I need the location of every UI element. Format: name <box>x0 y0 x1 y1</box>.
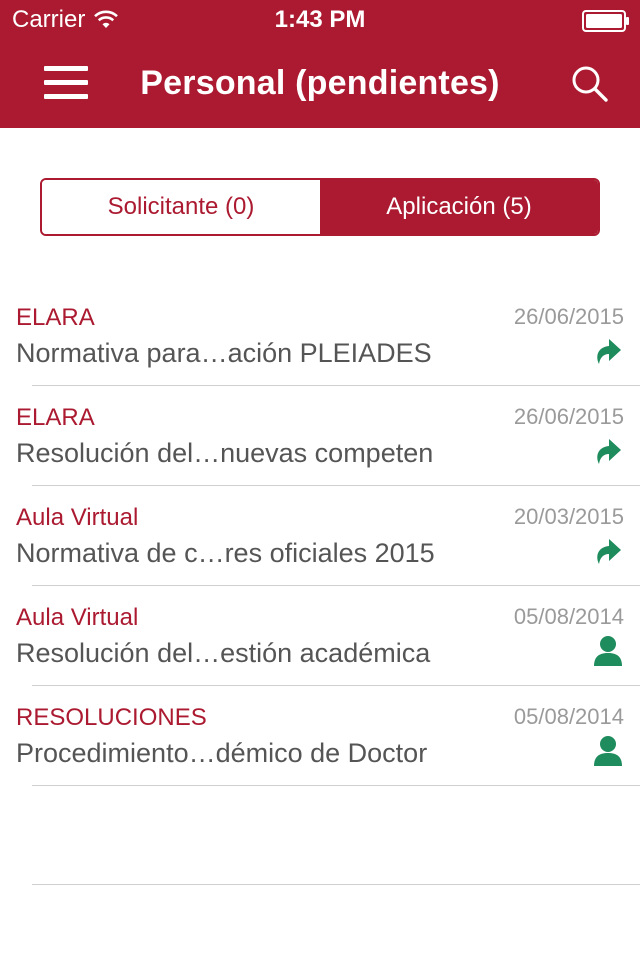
item-category: ELARA <box>16 304 95 331</box>
person-icon <box>592 734 624 768</box>
item-date: 05/08/2014 <box>513 704 624 729</box>
item-category: RESOLUCIONES <box>16 704 207 731</box>
battery-icon <box>582 10 630 32</box>
item-date: 26/06/2015 <box>513 404 624 429</box>
segment-solicitante[interactable]: Solicitante (0) <box>42 180 320 234</box>
item-title: Procedimiento…démico de Doctor <box>16 738 428 768</box>
item-category: Aula Virtual <box>16 504 139 531</box>
list-item[interactable]: ELARA 26/06/2015 Normativa para…ación PL… <box>0 286 640 386</box>
search-icon[interactable] <box>570 64 610 104</box>
segment-aplicacion[interactable]: Aplicación (5) <box>320 180 598 234</box>
item-title: Normativa de c…res oficiales 2015 <box>16 538 435 568</box>
list-item[interactable]: RESOLUCIONES 05/08/2014 Procedimiento…dé… <box>0 686 640 786</box>
item-title: Resolución del…nuevas competen <box>16 438 434 468</box>
forward-arrow-icon <box>592 434 624 468</box>
app-header: Carrier 1:43 PM Personal (pendientes) <box>0 0 640 128</box>
item-category: ELARA <box>16 404 95 431</box>
segmented-control: Solicitante (0) Aplicación (5) <box>40 178 600 236</box>
person-icon <box>592 634 624 668</box>
item-title: Normativa para…ación PLEIADES <box>16 338 432 368</box>
empty-row-divider <box>32 884 640 885</box>
item-title: Resolución del…estión académica <box>16 638 431 668</box>
row-divider <box>32 785 640 786</box>
forward-arrow-icon <box>592 534 624 568</box>
hamburger-menu-icon[interactable] <box>44 64 88 102</box>
nav-bar: Personal (pendientes) <box>0 40 640 128</box>
forward-arrow-icon <box>592 334 624 368</box>
item-date: 05/08/2014 <box>513 604 624 629</box>
item-date: 20/03/2015 <box>513 504 624 529</box>
status-bar: Carrier 1:43 PM <box>0 0 640 40</box>
item-date: 26/06/2015 <box>513 304 624 329</box>
page-title: Personal (pendientes) <box>140 64 500 102</box>
item-category: Aula Virtual <box>16 604 139 631</box>
pending-list: ELARA 26/06/2015 Normativa para…ación PL… <box>0 286 640 786</box>
list-item[interactable]: Aula Virtual 05/08/2014 Resolución del…e… <box>0 586 640 686</box>
list-item[interactable]: ELARA 26/06/2015 Resolución del…nuevas c… <box>0 386 640 486</box>
list-item[interactable]: Aula Virtual 20/03/2015 Normativa de c…r… <box>0 486 640 586</box>
status-time: 1:43 PM <box>274 6 366 33</box>
